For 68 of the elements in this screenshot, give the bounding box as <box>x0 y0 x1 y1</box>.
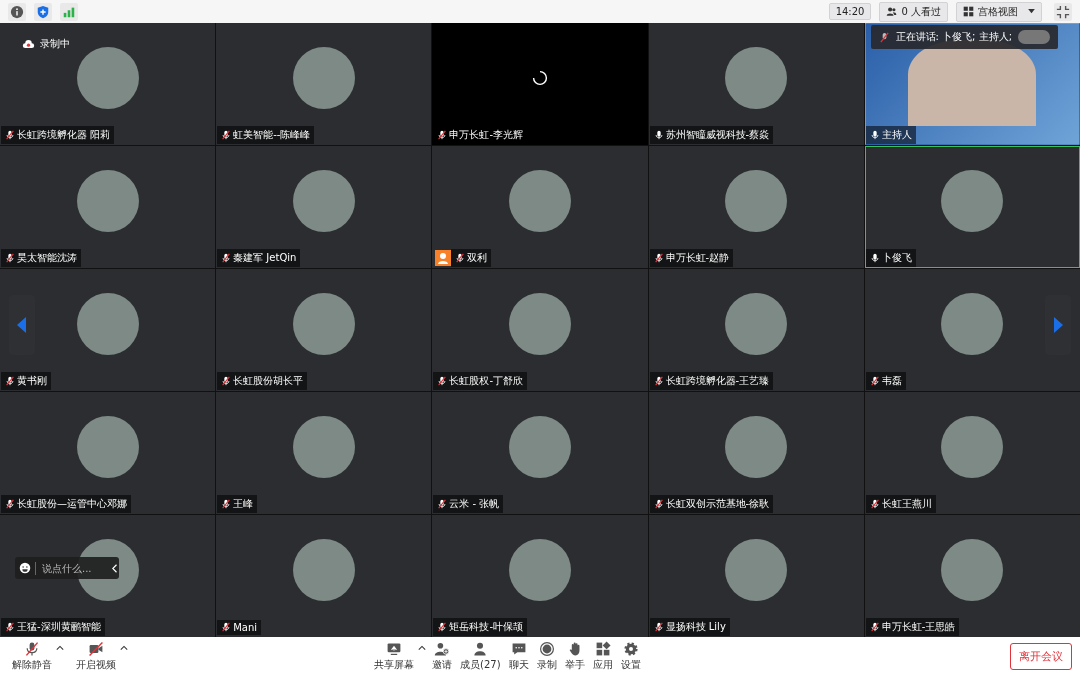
participant-name-label: 主持人 <box>865 126 916 144</box>
participant-name-label: 黄书刚 <box>1 372 51 390</box>
members-button[interactable]: 成员(27) <box>458 640 503 672</box>
participant-name-label: 申万长虹-赵静 <box>649 249 734 267</box>
participant-name-label: 长虹股份胡长平 <box>217 372 308 390</box>
view-mode-dropdown[interactable]: 宫格视图 <box>956 1 1042 22</box>
chat-button[interactable]: 聊天 <box>506 640 531 672</box>
leave-meeting-button[interactable]: 离开会议 <box>1010 642 1072 670</box>
share-button[interactable]: 共享屏幕 <box>372 640 416 672</box>
participant-name-label: 申万长虹-王思皓 <box>865 618 960 636</box>
participant-name-label: 双利 <box>451 249 492 267</box>
loading-spinner-icon <box>532 70 548 86</box>
participant-name-label: 长虹跨境孵化器 阳莉 <box>1 126 115 144</box>
signal-icon[interactable] <box>60 2 78 21</box>
participant-name-label: 长虹跨境孵化器-王艺臻 <box>649 372 774 390</box>
invite-button[interactable]: 邀请 <box>430 640 454 672</box>
grid-icon <box>963 6 974 17</box>
emoji-icon[interactable] <box>19 562 31 574</box>
muted-speaker-icon <box>878 31 890 43</box>
participant-name-label: Mani <box>217 619 262 635</box>
exit-fullscreen-icon[interactable] <box>1054 2 1072 21</box>
hand-button[interactable]: 举手 <box>562 640 587 672</box>
settings-icon <box>622 640 639 657</box>
blurred-name <box>1018 30 1050 44</box>
start-video-button[interactable]: 开启视频 <box>74 640 118 672</box>
video-off-icon <box>88 640 104 657</box>
participant-name-label: 王峰 <box>217 495 258 513</box>
participant-name-label: 长虹双创示范基地-徐耿 <box>649 495 774 513</box>
participant-name-label: 苏州智瞳威视科技-蔡焱 <box>649 126 774 144</box>
participant-name-label: 矩岳科技-叶保颉 <box>433 618 527 636</box>
chat-input[interactable]: 说点什么... <box>35 561 108 575</box>
caret-icon <box>1028 9 1035 14</box>
left-arrow-icon <box>17 317 27 333</box>
participant-name-label: 显扬科技 Lily <box>649 618 730 636</box>
collapse-icon[interactable] <box>112 563 118 573</box>
apps-button[interactable]: 应用 <box>590 640 615 672</box>
invite-icon <box>434 640 450 657</box>
people-icon <box>886 6 898 17</box>
info-icon[interactable] <box>8 2 26 21</box>
record-button[interactable]: 录制 <box>534 640 559 672</box>
participant-name-label: 长虹股权-丁舒欣 <box>433 372 527 390</box>
participant-name-label: 长虹王燕川 <box>865 495 936 513</box>
cloud-icon <box>22 39 35 49</box>
recording-status: 录制中 <box>40 37 70 51</box>
participant-name-label: 韦磊 <box>865 372 906 390</box>
unmute-button[interactable]: 解除静音 <box>10 640 54 672</box>
shield-icon[interactable] <box>34 2 52 21</box>
participant-name-label: 秦建军 JetQin <box>217 249 301 267</box>
caret-icon[interactable] <box>418 644 426 651</box>
muted-mic-icon <box>24 640 40 657</box>
participant-name-label: 昊太智能沈涛 <box>1 249 81 267</box>
meeting-time: 14:20 <box>828 3 872 20</box>
chat-icon <box>510 640 527 657</box>
share-icon <box>386 640 402 657</box>
participant-name-label: 卜俊飞 <box>865 249 916 267</box>
settings-button[interactable]: 设置 <box>618 640 643 672</box>
caret-icon[interactable] <box>56 644 64 651</box>
right-arrow-icon <box>1053 317 1063 333</box>
speaking-notice-text: 正在讲话: 卜俊飞; 主持人; <box>895 30 1012 44</box>
record-icon <box>538 640 555 657</box>
participant-name-label: 云米 - 张帆 <box>433 495 504 513</box>
chat-field[interactable]: 说点什么... <box>15 557 119 579</box>
participant-name-label: 长虹股份—运管中心邓娜 <box>1 495 131 513</box>
participant-name-label: 虹美智能--陈峰峰 <box>217 126 315 144</box>
participant-name-label: 王猛-深圳黄鹂智能 <box>1 618 105 636</box>
caret-icon[interactable] <box>120 644 128 651</box>
apps-icon <box>594 640 611 657</box>
viewers-button[interactable]: 0 人看过 <box>879 1 948 22</box>
